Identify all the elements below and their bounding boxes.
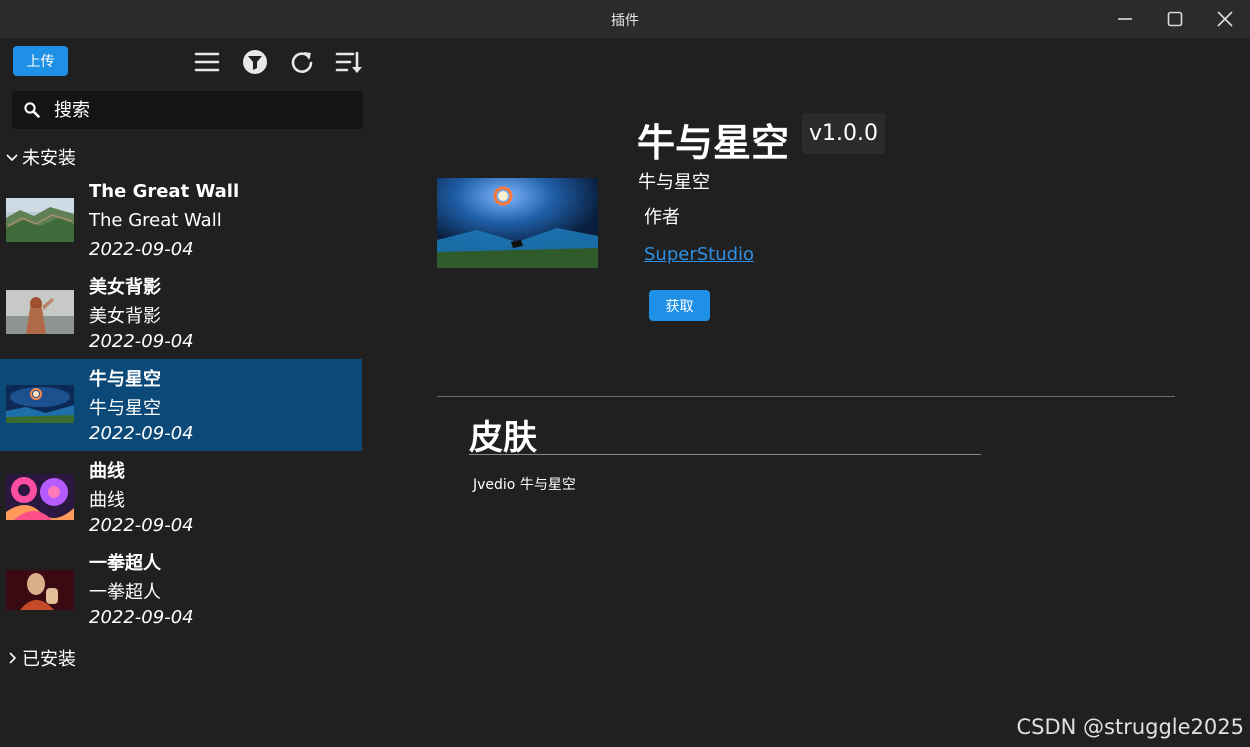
plugin-date: 2022-09-04 <box>89 607 194 628</box>
section-text: Jvedio 牛与星空 <box>473 477 576 493</box>
group-label: 未安装 <box>22 148 76 169</box>
section-heading: 皮肤 <box>469 418 537 458</box>
plugin-date: 2022-09-04 <box>89 515 194 536</box>
plugin-name: The Great Wall <box>89 181 240 202</box>
window-title: 插件 <box>611 13 639 29</box>
plugin-title: 牛与星空 <box>637 121 790 165</box>
plugin-thumbnail <box>6 290 74 334</box>
plugin-name: 牛与星空 <box>89 369 161 390</box>
plugin-description: 曲线 <box>89 490 125 511</box>
plugin-name: 一拳超人 <box>89 553 161 574</box>
get-button[interactable]: 获取 <box>649 290 710 321</box>
group-not-installed[interactable]: 未安装 <box>6 144 76 170</box>
search-input[interactable] <box>54 95 354 125</box>
plugin-thumbnail <box>6 198 74 242</box>
plugin-item-great-wall[interactable]: The Great Wall The Great Wall 2022-09-04 <box>0 175 362 267</box>
chevron-right-icon <box>9 652 17 664</box>
title-bar: 插件 <box>0 0 1250 38</box>
plugin-thumbnail <box>6 570 74 610</box>
filter-icon <box>243 50 267 74</box>
author-link[interactable]: SuperStudio <box>644 244 754 265</box>
plugin-item-beauty-back[interactable]: 美女背影 美女背影 2022-09-04 <box>0 267 362 359</box>
sort-button[interactable] <box>335 48 363 76</box>
version-badge: v1.0.0 <box>802 113 885 154</box>
plugin-description: The Great Wall <box>89 210 222 231</box>
search-icon <box>24 102 40 118</box>
plugin-date: 2022-09-04 <box>89 239 194 260</box>
minimize-button[interactable] <box>1100 0 1150 38</box>
refresh-icon <box>291 52 313 73</box>
search-box[interactable] <box>12 91 363 129</box>
plugin-item-cow-starry-sky[interactable]: 牛与星空 牛与星空 2022-09-04 <box>0 359 362 451</box>
refresh-button[interactable] <box>288 48 316 76</box>
section-underline <box>469 454 981 455</box>
plugin-date: 2022-09-04 <box>89 331 194 352</box>
plugin-subtitle: 牛与星空 <box>638 172 710 193</box>
menu-icon <box>194 52 220 72</box>
chevron-down-icon <box>6 154 18 162</box>
plugin-description: 美女背影 <box>89 306 161 327</box>
menu-button[interactable] <box>193 48 221 76</box>
minimize-icon <box>1118 18 1132 20</box>
plugin-date: 2022-09-04 <box>89 423 194 444</box>
upload-button[interactable]: 上传 <box>13 46 68 76</box>
plugin-description: 牛与星空 <box>89 398 161 419</box>
close-button[interactable] <box>1200 0 1250 38</box>
plugin-thumbnail <box>6 474 74 520</box>
plugin-item-one-punch-man[interactable]: 一拳超人 一拳超人 2022-09-04 <box>0 543 362 635</box>
detail-thumbnail <box>437 178 598 268</box>
maximize-button[interactable] <box>1150 0 1200 38</box>
close-icon <box>1217 11 1233 27</box>
plugin-thumbnail <box>6 385 74 423</box>
plugin-description: 一拳超人 <box>89 582 161 603</box>
plugin-name: 美女背影 <box>89 277 161 298</box>
maximize-icon <box>1167 11 1183 27</box>
filter-button[interactable] <box>241 48 269 76</box>
plugin-name: 曲线 <box>89 461 125 482</box>
group-label: 已安装 <box>22 649 76 670</box>
divider <box>437 396 1175 397</box>
plugin-item-curve[interactable]: 曲线 曲线 2022-09-04 <box>0 451 362 543</box>
group-installed[interactable]: 已安装 <box>6 645 76 671</box>
watermark: CSDN @struggle2025 <box>1016 715 1244 739</box>
author-label: 作者 <box>644 207 680 228</box>
sort-icon <box>335 51 362 73</box>
